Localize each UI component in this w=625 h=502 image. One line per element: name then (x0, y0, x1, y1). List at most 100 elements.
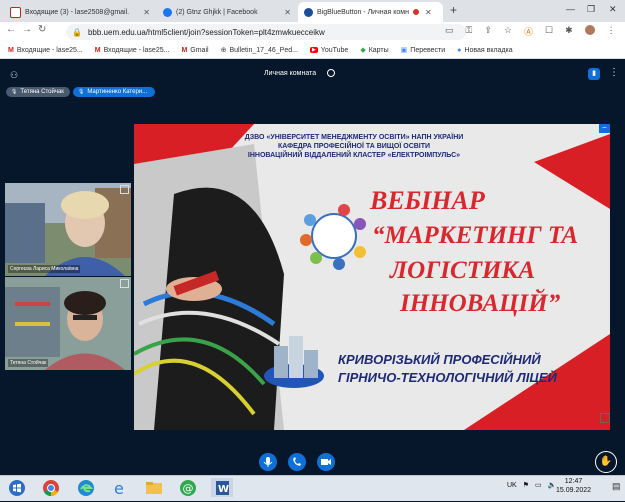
key-icon[interactable]: ⚿ (466, 25, 473, 38)
webcam-tile[interactable]: Сергеєва Лариса Миколаївна (5, 183, 131, 276)
input-language[interactable]: UK (507, 482, 517, 489)
extensions-puzzle-icon[interactable]: ✱ (565, 25, 573, 38)
webcam-video (5, 183, 131, 276)
bookmark-translate[interactable]: ▣ Перевести (400, 46, 446, 55)
maximize-icon[interactable]: ❐ (587, 4, 595, 15)
flag-icon[interactable]: ⚑ (523, 481, 529, 489)
minimize-icon[interactable]: — (566, 4, 575, 14)
word-icon: W (216, 481, 229, 495)
bookmark-gmail[interactable]: M Gmail (181, 47, 208, 54)
slide-header-line: ДЗВО «УНІВЕРСИТЕТ МЕНЕДЖМЕНТУ ОСВІТИ» НА… (244, 134, 464, 141)
camera-button[interactable] (317, 453, 335, 471)
slide-header: ДЗВО «УНІВЕРСИТЕТ МЕНЕДЖМЕНТУ ОСВІТИ» НА… (194, 133, 514, 160)
system-tray: UK ⚑ ▭ 🔈 (507, 481, 556, 490)
menu-icon[interactable]: ⋮ (607, 25, 616, 38)
bookmark-new-tab[interactable]: ● Новая вкладка (457, 47, 512, 54)
maps-icon: ◆ (360, 47, 366, 54)
chrome-icon (43, 480, 59, 497)
slide-header-line: ІННОВАЦІЙНИЙ ВІДДАЛЕНИЙ КЛАСТЕР «ЕЛЕКТРО… (247, 152, 461, 159)
taskbar-internet-explorer[interactable]: e (109, 478, 131, 498)
close-tab-icon[interactable]: ✕ (425, 8, 432, 17)
bookmark-gmail-inbox-2[interactable]: M Входящие - lase25... (95, 47, 170, 54)
taskbar-clock[interactable]: 12:47 15.09.2022 (556, 477, 591, 495)
taskbar-file-explorer[interactable] (143, 478, 165, 497)
microphone-button[interactable] (259, 453, 277, 471)
clock-time: 12:47 (564, 478, 583, 485)
slide-title-line: ЛОГІСТИКА (390, 257, 536, 284)
lock-icon: 🔒 (72, 27, 82, 37)
tab-label: BigBlueButton - Личная комн (317, 8, 409, 16)
cast-icon[interactable]: ▭ (445, 25, 454, 38)
bookmarks-bar: M Входящие - lase25... M Входящие - lase25… (0, 42, 625, 59)
at-sign-icon: @ (180, 480, 196, 496)
extension-a-icon[interactable]: Ⓐ (524, 25, 533, 38)
fullscreen-icon[interactable] (600, 413, 610, 423)
raise-hand-button[interactable]: ✋ (595, 451, 617, 473)
svg-text:e: e (114, 479, 124, 497)
slide-title-line: ІННОВАЦІЙ” (400, 290, 561, 317)
gmail-icon: M (181, 46, 188, 54)
slide-header-line: КАФЕДРА ПРОФЕСІЙНОЇ ТА ВИЩОЇ ОСВІТИ (277, 143, 431, 150)
close-tab-icon[interactable]: ✕ (284, 8, 291, 17)
svg-text:@: @ (183, 482, 194, 495)
close-tab-icon[interactable]: ✕ (143, 8, 150, 17)
talker-name: Мартиненко Катери... (87, 89, 148, 95)
battery-icon[interactable]: ▭ (535, 481, 542, 489)
notifications-icon[interactable]: ▤ (612, 481, 621, 492)
chrome-icon: ● (457, 46, 462, 54)
taskbar-chrome[interactable] (40, 478, 62, 497)
globe-icon: ⊕ (220, 47, 227, 54)
webcam-user-name: Сергеєва Лариса Миколаївна (8, 265, 81, 273)
fullscreen-icon[interactable] (120, 185, 129, 194)
options-menu-icon[interactable]: ⋮ (609, 67, 619, 78)
bookmark-gmail-inbox[interactable]: M Входящие - lase25... (8, 47, 83, 54)
back-icon[interactable]: ← (6, 24, 22, 35)
reload-icon[interactable]: ↻ (38, 24, 52, 35)
minimize-presentation-button[interactable]: − (599, 124, 610, 133)
recording-indicator-icon (412, 9, 419, 15)
talker-pill-active[interactable]: 🎙 Мартиненко Катери... (73, 87, 155, 97)
window-close-icon[interactable]: ✕ (609, 4, 617, 15)
microphone-icon (263, 457, 273, 467)
recording-status-icon[interactable] (327, 69, 335, 77)
fullscreen-icon[interactable] (120, 279, 129, 288)
room-title: Личная комната (264, 70, 317, 77)
new-tab-button[interactable]: + (450, 3, 457, 17)
slide-title-line: ВЕБІНАР (370, 186, 485, 215)
nav-buttons: ←→↻ (6, 24, 52, 35)
tab-label: Входящие (3) - lase2508@gmail. (25, 8, 130, 16)
extension-icon[interactable]: ☐ (545, 25, 553, 38)
star-icon[interactable]: ☆ (504, 25, 512, 38)
bigbluebutton-icon (304, 7, 313, 17)
start-button[interactable] (6, 478, 28, 497)
video-camera-icon (321, 459, 331, 465)
forward-icon[interactable]: → (22, 24, 38, 35)
svg-text:W: W (218, 484, 229, 495)
gmail-icon: M (94, 46, 101, 54)
share-icon[interactable]: ⇪ (484, 25, 492, 38)
internet-explorer-icon: e (114, 479, 124, 498)
tab-label: (2) Gtnz Ghjkk | Facebook (176, 8, 258, 16)
tab-gmail[interactable]: Входящие (3) - lase2508@gmail. ✕ (4, 2, 156, 22)
tab-bigbluebutton[interactable]: BigBlueButton - Личная комн ✕ (298, 2, 443, 22)
slide-title-line: “МАРКЕТИНГ ТА (372, 222, 579, 249)
address-bar[interactable]: 🔒 bbb.uem.edu.ua/html5client/join?sessio… (66, 24, 466, 40)
toolbar-icons: ▭ ⚿ ⇪ ☆ Ⓐ ☐ ✱ ⋮ (445, 25, 616, 38)
phone-button[interactable] (288, 453, 306, 471)
webcam-video (5, 277, 131, 370)
taskbar-word[interactable]: W (211, 478, 233, 497)
presentation-slide: ДЗВО «УНІВЕРСИТЕТ МЕНЕДЖМЕНТУ ОСВІТИ» НА… (134, 124, 610, 430)
profile-avatar[interactable] (584, 25, 595, 35)
tab-facebook[interactable]: (2) Gtnz Ghjkk | Facebook ✕ (157, 2, 297, 22)
bookmark-maps[interactable]: ◆ Карты (360, 46, 388, 55)
users-list-toggle-icon[interactable]: ⚇ (10, 70, 18, 81)
bookmark-bulletin[interactable]: ⊕ Bulletin_17_46_Ped... (220, 46, 298, 55)
connection-status-icon[interactable]: ▮ (588, 68, 600, 80)
translate-icon: ▣ (400, 47, 408, 54)
taskbar-edge[interactable] (75, 478, 97, 497)
bookmark-youtube[interactable]: ▶ YouTube (309, 47, 348, 54)
taskbar-email-app[interactable]: @ (177, 478, 199, 497)
webcam-tile[interactable]: Тетяна Стойчак (5, 277, 131, 370)
windows-start-icon (9, 480, 25, 496)
talker-pill[interactable]: 🎙 Тетяна Стойчак (6, 87, 70, 97)
